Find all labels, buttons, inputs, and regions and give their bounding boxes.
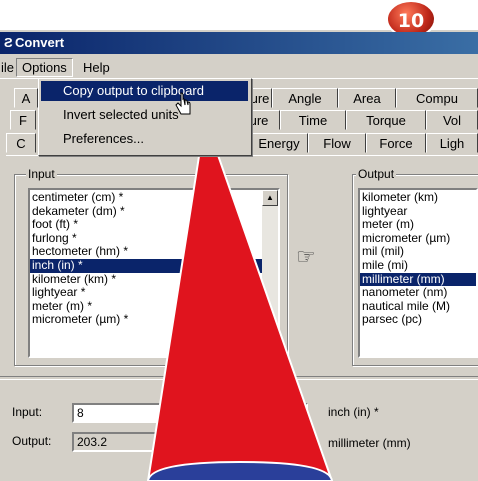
mouse-cursor-icon <box>175 92 191 115</box>
menu-item-invert-units[interactable]: Invert selected units <box>41 105 248 125</box>
menu-item-preferences[interactable]: Preferences... <box>41 129 248 149</box>
options-dropdown-menu: Copy output to clipboard Invert selected… <box>38 78 252 156</box>
menu-item-copy-output[interactable]: Copy output to clipboard <box>41 81 248 101</box>
callout-wedge <box>146 117 334 481</box>
callout-overlay <box>146 117 334 481</box>
